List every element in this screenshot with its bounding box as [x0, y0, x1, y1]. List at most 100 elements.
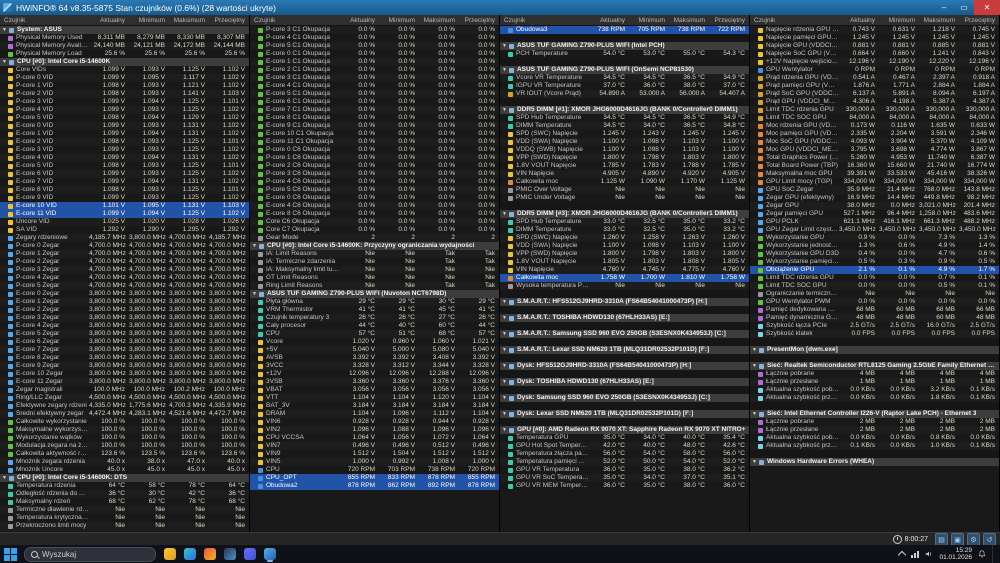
sensor-row[interactable]: IA: Limit ReasonsNieNieTakTak — [250, 250, 499, 258]
taskbar-search[interactable]: Wyszukaj — [24, 547, 156, 562]
sensor-row[interactable]: Odległość rdzenia do TJMAX36 °C30 °C42 °… — [0, 490, 249, 498]
sensor-group-header[interactable]: ▼Dysk: Lexar SSD NM620 1TB (MLQ31DR02532… — [500, 410, 749, 418]
sensor-row[interactable]: Temperatura złącza pamięci56.0 °C54.0 °C… — [500, 450, 749, 458]
sensor-row[interactable]: P-core 4 C1 Okupacja0.0 %0.0 %0.0 %0.0 % — [250, 34, 499, 42]
sensor-row[interactable]: VIN Napięcie4.760 V4.745 V4.775 V4.760 V — [500, 266, 749, 274]
sensor-row[interactable]: E-core 2 Zegar3,800.0 MHz3,800.0 MHz3,80… — [0, 306, 249, 314]
maximize-button[interactable]: ▭ — [954, 0, 974, 15]
sensor-row[interactable]: +12V Napięcie wejściowe12.196 V12.190 V1… — [750, 58, 999, 66]
sensor-row[interactable]: E-core 9 Zegar3,800.0 MHz3,800.0 MHz3,80… — [0, 362, 249, 370]
sensor-row[interactable]: VPP (SWD) Napięcie1.800 V1.798 V1.803 V1… — [500, 154, 749, 162]
sensor-row[interactable]: Zegar GPU38.0 MHz0.0 MHz3,021.0 MHz201.4… — [750, 202, 999, 210]
sensor-row[interactable]: E-core 0 VID1.099 V1.093 V1.131 V1.102 V — [0, 122, 249, 130]
sensor-row[interactable]: Łącznie pobrane2 MB2 MB2 MB2 MB — [750, 418, 999, 426]
sensor-row[interactable]: VIN70.496 V0.496 V0.512 V0.496 V — [250, 442, 499, 450]
sensor-row[interactable]: IA: Maksymalny limit turboNieNieNieNie — [250, 266, 499, 274]
sensor-row[interactable]: Ring Limit ReasonsNieNieTakTak — [250, 282, 499, 290]
edge-browser-icon[interactable] — [183, 546, 197, 562]
sensor-row[interactable]: E-core 10 C1 Okupacja0.0 %0.0 %0.0 %0.0 … — [250, 130, 499, 138]
sensor-row[interactable]: Obudowa2878 RPM862 RPM892 RPM878 RPM — [250, 482, 499, 490]
sensor-row[interactable]: P-core 4 VID1.099 V1.093 V1.125 V1.102 V — [0, 106, 249, 114]
sensor-row[interactable]: P-core 5 C1 Okupacja0.0 %0.0 %0.0 %0.0 % — [250, 42, 499, 50]
sensor-row[interactable]: E-core 0 C6 Okupacja0.0 %0.0 %0.0 %0.0 % — [250, 194, 499, 202]
sensor-row[interactable]: +12V12.096 V12.096 V12.288 V12.096 V — [250, 370, 499, 378]
sensor-row[interactable]: GPU Limit mocy (TGP)334,000 W334,000 W33… — [750, 178, 999, 186]
sensor-row[interactable]: Maksymalne wykorzystanie rdzenia100.0 %1… — [0, 426, 249, 434]
sensor-row[interactable]: E-core 4 Zegar3,800.0 MHz3,800.0 MHz3,80… — [0, 322, 249, 330]
sensor-row[interactable]: E-core 0 Zegar3,800.0 MHz3,800.0 MHz3,80… — [0, 290, 249, 298]
sensor-row[interactable]: Aktualna szybkość przesyłania0.1 KB/s0.0… — [750, 442, 999, 450]
sensor-row[interactable]: Total Board Power (TBP)16.360 W15.660 W2… — [750, 162, 999, 170]
sensor-group-header[interactable]: ▼ASUS TUF GAMING Z790-PLUS WIFI (Nuvoton… — [250, 290, 499, 298]
sensor-row[interactable]: VR IOUT (Vcore Prąd)54.890 A53.000 A56.0… — [500, 90, 749, 98]
sensor-row[interactable]: GPU Wentylator PWM0.0 %0.0 %0.0 %0.0 % — [750, 298, 999, 306]
sensor-row[interactable]: P-core 5 Zegar4,700.0 MHz4,700.0 MHz4,70… — [0, 282, 249, 290]
sensor-row[interactable]: DRAM1.104 V1.096 V1.112 V1.104 V — [250, 410, 499, 418]
sensor-row[interactable]: Napięcie SoC GPU (VDDCR_SOC)0.664 V0.660… — [750, 50, 999, 58]
sensor-row[interactable]: E-core 1 Zegar3,800.0 MHz3,800.0 MHz3,80… — [0, 298, 249, 306]
sensor-row[interactable]: Prąd GPU (VDDCI_MEM)4.306 A4.198 A5.387 … — [750, 98, 999, 106]
sensor-row[interactable]: Całkowita moc1.125 W1.090 W1.170 W1.125 … — [500, 178, 749, 186]
sensor-row[interactable]: Średni efektywny zegar4,472.4 MHz4,283.1… — [0, 410, 249, 418]
sensor-row[interactable]: Physical Memory Available24,140 MB24,121… — [0, 42, 249, 50]
sensor-row[interactable]: E-core 3 Zegar3,800.0 MHz3,800.0 MHz3,80… — [0, 314, 249, 322]
sensor-row[interactable]: GPU VR Temperatura36.0 °C35.0 °C38.0 °C3… — [500, 466, 749, 474]
sensor-row[interactable]: 1.8V VOUT Napięcie1.805 V1.803 V1.808 V1… — [500, 258, 749, 266]
sensor-group-header[interactable]: ▼DDR5 DIMM [#1]: XMOR JHG6000D4616JG (BA… — [500, 106, 749, 114]
sensor-row[interactable]: VDD (SWA) Napięcie1.100 V1.098 V1.103 V1… — [500, 242, 749, 250]
sensor-group-header[interactable]: ▼ASUS TUF GAMING Z790-PLUS WIFI (OnSemi … — [500, 66, 749, 74]
sensor-row[interactable]: P-core 0 C6 Okupacja0.0 %0.0 %0.0 %0.0 % — [250, 146, 499, 154]
sensor-row[interactable]: Wykorzystanie pamięci GPU0.5 %0.3 %0.9 %… — [750, 258, 999, 266]
sensor-row[interactable]: CPU57 °C51 °C68 °C57 °C — [250, 330, 499, 338]
sensor-row[interactable]: Napięcie pamięci GPU (VDDIO_MEM)1.245 V1… — [750, 34, 999, 42]
sensor-row[interactable]: VIN51.000 V0.992 V1.008 V1.000 V — [250, 458, 499, 466]
sensor-group-header[interactable]: ▼S.M.A.R.T.: HFS512GJ9HRD-3310A (FS64B54… — [500, 298, 749, 306]
sensor-row[interactable]: P-core 3 C6 Okupacja0.0 %0.0 %0.0 %0.0 % — [250, 170, 499, 178]
sensor-row[interactable]: E-core 4 VID1.099 V1.094 V1.131 V1.102 V — [0, 154, 249, 162]
sensor-row[interactable]: E-core 7 VID1.099 V1.094 V1.131 V1.102 V — [0, 178, 249, 186]
sensor-row[interactable]: E-core 7 Zegar3,800.0 MHz3,800.0 MHz3,80… — [0, 346, 249, 354]
sensor-row[interactable]: E-core 11 Zegar3,800.0 MHz3,800.0 MHz3,8… — [0, 378, 249, 386]
sensor-group-header[interactable]: ▼CPU [#0]: Intel Core i5-14600K: DTS — [0, 474, 249, 482]
sensor-row[interactable]: CPU720 RPM703 RPM738 RPM720 RPM — [250, 466, 499, 474]
sensor-row[interactable]: IGPU VR Temperature37.0 °C36.0 °C38.0 °C… — [500, 82, 749, 90]
sensor-row[interactable]: P-core 5 C6 Okupacja0.0 %0.0 %0.0 %0.0 % — [250, 186, 499, 194]
sensor-row[interactable]: Gear Mode2222 — [250, 234, 499, 242]
sensor-row[interactable]: P-core 4 C6 Okupacja0.0 %0.0 %0.0 %0.0 % — [250, 178, 499, 186]
sensor-row[interactable]: Zegar magistrali100.0 MHz100.0 MHz100.2 … — [0, 386, 249, 394]
sensor-row[interactable]: P-core 2 VID1.098 V1.093 V1.141 V1.103 V — [0, 90, 249, 98]
sensor-row[interactable]: E-core 6 Zegar3,800.0 MHz3,800.0 MHz3,80… — [0, 338, 249, 346]
sensor-row[interactable]: E-core 2 VID1.098 V1.093 V1.125 V1.101 V — [0, 138, 249, 146]
sensor-row[interactable]: Temperatura rdzenia64 °C58 °C78 °C64 °C — [0, 482, 249, 490]
sensor-row[interactable]: E-core 8 C1 Okupacja0.0 %0.0 %0.0 %0.0 % — [250, 114, 499, 122]
sensor-row[interactable]: Aktualna szybkość pobierania0.0 KB/s0.0 … — [750, 434, 999, 442]
sensor-row[interactable]: Uncore VID1.025 V1.020 V1.028 V1.026 V — [0, 218, 249, 226]
minimize-button[interactable]: – — [934, 0, 954, 15]
sensor-row[interactable]: Prąd rdzenia GPU (VDDCR_GFX)0.541 A0.467… — [750, 74, 999, 82]
sensor-row[interactable]: GPU Wentylator0 RPM0 RPM0 RPM0 RPM — [750, 66, 999, 74]
sensor-row[interactable]: Limit TDC rdzenia GPU0.0 %0.0 %0.7 %0.1 … — [750, 274, 999, 282]
sensor-row[interactable]: PCH Temperature54.0 °C53.0 °C55.0 °C54.3… — [500, 50, 749, 58]
sensor-row[interactable]: Pamięć dedykowana GPU68 MB60 MB68 MB66 M… — [750, 306, 999, 314]
sensor-row[interactable]: P-core 1 C6 Okupacja0.0 %0.0 %0.0 %0.0 % — [250, 154, 499, 162]
sensor-row[interactable]: Obudowa3738 RPM705 RPM738 RPM722 RPM — [500, 26, 749, 34]
sensor-row[interactable]: Core C7 Okupacja0.0 %0.0 %0.0 %0.0 % — [250, 226, 499, 234]
sensor-row[interactable]: Mnożnik Uncore45.0 x45.0 x45.0 x45.0 x — [0, 466, 249, 474]
sensor-row[interactable]: VPP (SWD) Napięcie1.800 V1.798 V1.803 V1… — [500, 250, 749, 258]
sensor-row[interactable]: Czujnik temperatury 326 °C26 °C27 °C26 °… — [250, 314, 499, 322]
sensor-row[interactable]: VIN21.096 V1.088 V1.096 V1.096 V — [250, 426, 499, 434]
hwinfo-icon[interactable] — [263, 546, 277, 562]
sensor-row[interactable]: Moc SoC GPU (VDDCR_SOC)4.093 W3.904 W5.3… — [750, 138, 999, 146]
sensor-row[interactable]: VIN60.928 V0.928 V0.944 V0.928 V — [250, 418, 499, 426]
sensor-row[interactable]: GPU SoC Zegar35.9 MHz21.4 MHz768.0 MHz14… — [750, 186, 999, 194]
sensor-row[interactable]: Łącznie pobrane4 MB4 MB4 MB4 MB — [750, 370, 999, 378]
sensor-row[interactable]: E-core 3 C1 Okupacja0.0 %0.0 %0.0 %0.0 % — [250, 74, 499, 82]
sensor-row[interactable]: Moc GPU (VDDCI_MEM)3.795 W3.698 W4.774 W… — [750, 146, 999, 154]
sensor-group-header[interactable]: ▼CPU [#0]: Intel Core i5-14600K: Przyczy… — [250, 242, 499, 250]
tray-clock[interactable]: 15:29 01.01.2026 — [939, 547, 972, 562]
sensor-row[interactable]: GPU VR SoC Temperatura35.0 °C34.0 °C37.0… — [500, 474, 749, 482]
sensor-row[interactable]: Core C6 Okupacja0.0 %0.0 %0.0 %0.0 % — [250, 218, 499, 226]
close-button[interactable]: ✕ — [974, 0, 1000, 15]
sensor-row[interactable]: Płyta główna29 °C29 °C30 °C29 °C — [250, 298, 499, 306]
sensor-row[interactable]: Modulacja zegara na żądanie100.0 %100.0 … — [0, 442, 249, 450]
